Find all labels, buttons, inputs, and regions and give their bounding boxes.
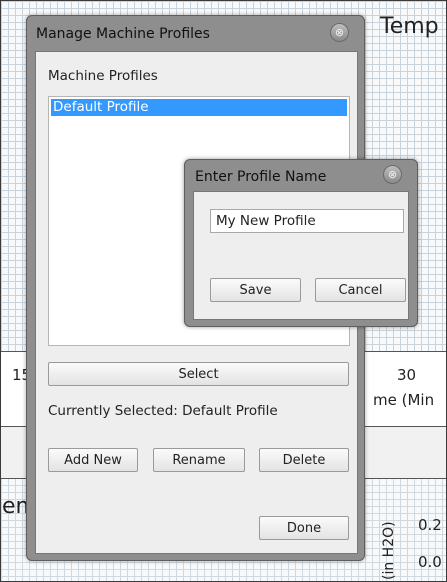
rename-button[interactable]: Rename bbox=[153, 448, 245, 472]
profiles-label: Machine Profiles bbox=[48, 68, 158, 84]
cancel-button[interactable]: Cancel bbox=[315, 278, 406, 302]
chart-title-fragment: Temp bbox=[380, 14, 439, 39]
list-item[interactable]: Default Profile bbox=[51, 99, 347, 116]
delete-button[interactable]: Delete bbox=[259, 448, 349, 472]
close-icon[interactable]: ⊗ bbox=[383, 165, 402, 184]
done-button[interactable]: Done bbox=[259, 516, 349, 540]
y-tick-label: 0.0 bbox=[418, 553, 442, 571]
enter-profile-name-dialog: Enter Profile Name ⊗ Save Cancel bbox=[184, 159, 418, 327]
save-button[interactable]: Save bbox=[210, 278, 301, 302]
dialog-title: Enter Profile Name bbox=[195, 169, 327, 185]
x-tick-label: 30 bbox=[397, 366, 417, 384]
x-axis-label-fragment: me (Min bbox=[373, 391, 435, 409]
dialog-title: Manage Machine Profiles bbox=[36, 26, 210, 42]
y-tick-label: 0.2 bbox=[418, 516, 442, 534]
y-axis-label-fragment: (in H2O) bbox=[381, 521, 397, 580]
add-new-button[interactable]: Add New bbox=[48, 448, 138, 472]
dialog-body: Save Cancel bbox=[193, 191, 409, 320]
close-icon[interactable]: ⊗ bbox=[330, 23, 349, 42]
select-button[interactable]: Select bbox=[48, 362, 349, 386]
profile-name-input[interactable] bbox=[210, 209, 404, 233]
currently-selected-label: Currently Selected: Default Profile bbox=[48, 403, 278, 419]
